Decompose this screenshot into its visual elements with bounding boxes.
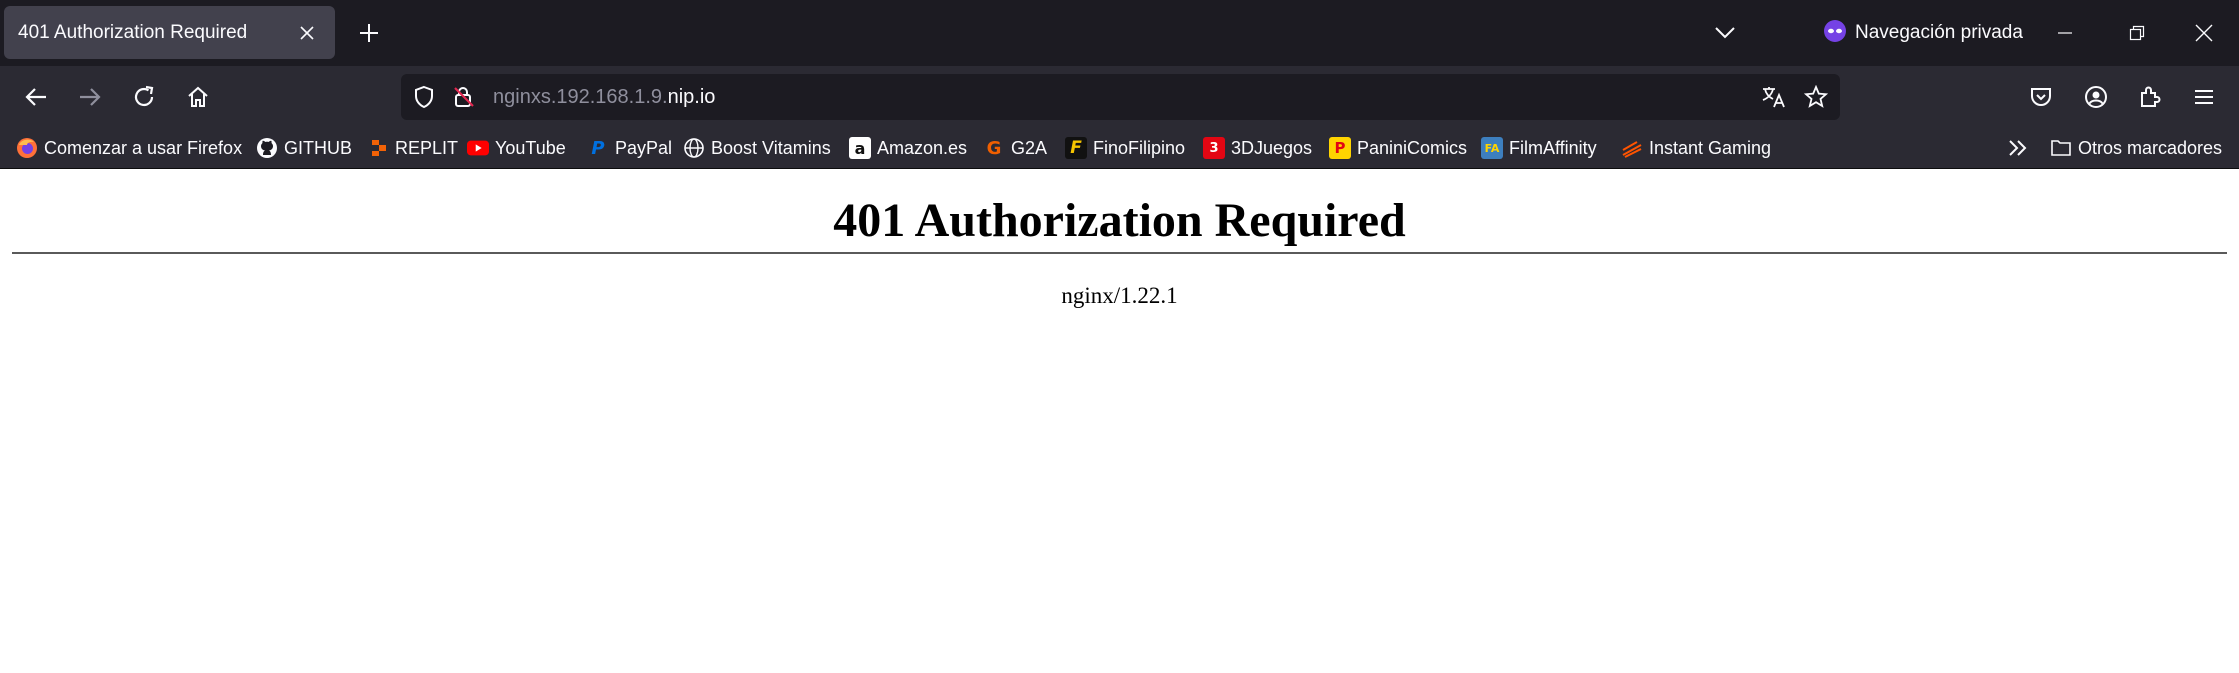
restore-icon — [2129, 25, 2145, 41]
reload-icon — [134, 85, 154, 107]
bookmark-label: PayPal — [615, 137, 673, 158]
home-button[interactable] — [180, 79, 216, 115]
bookmarks-toolbar: Comenzar a usar Firefox GITHUB REPLIT Yo… — [0, 128, 2239, 169]
private-browsing-indicator: Navegación privada — [1823, 14, 2023, 52]
bookmark-star-icon[interactable] — [1801, 82, 1831, 112]
close-window-button[interactable] — [2169, 0, 2239, 66]
paypal-icon: P — [591, 137, 605, 159]
bookmark-item[interactable]: a Amazon.es — [849, 128, 967, 168]
address-bar[interactable]: nginxs.192.168.1.9.nip.io — [401, 74, 1840, 120]
close-icon — [2195, 24, 2213, 42]
firefox-icon — [16, 137, 38, 159]
instant-gaming-icon — [1621, 137, 1643, 159]
translate-icon[interactable] — [1759, 82, 1789, 112]
g2a-icon: G — [986, 137, 1002, 159]
bookmark-label: Comenzar a usar Firefox — [44, 137, 243, 158]
youtube-icon — [467, 137, 489, 159]
new-tab-button[interactable] — [352, 16, 386, 50]
private-browsing-label: Navegación privada — [1855, 22, 2023, 43]
close-tab-icon[interactable] — [293, 25, 321, 41]
forward-arrow-icon — [80, 88, 101, 106]
bookmark-label: FilmAffinity — [1509, 137, 1597, 158]
private-mask-icon — [1823, 19, 1847, 48]
bookmark-item[interactable]: YouTube — [467, 128, 566, 168]
forward-button[interactable] — [72, 79, 108, 115]
url-host-prefix: nginxs.192.168.1.9. — [493, 86, 668, 108]
bookmark-item[interactable]: P PaniniComics — [1329, 128, 1467, 168]
back-arrow-icon — [25, 88, 46, 106]
bookmark-item[interactable]: Instant Gaming — [1621, 128, 1771, 168]
tab-active[interactable]: 401 Authorization Required — [4, 6, 335, 59]
insecure-lock-icon[interactable] — [449, 82, 479, 112]
bookmark-label: GITHUB — [284, 137, 353, 158]
tab-title: 401 Authorization Required — [18, 21, 248, 43]
bookmark-label: 3DJuegos — [1231, 137, 1313, 158]
bookmark-label: REPLIT — [395, 137, 459, 158]
bookmark-item[interactable]: Boost Vitamins — [683, 128, 831, 168]
server-signature: nginx/1.22.1 — [1061, 283, 1178, 308]
bookmark-label: PaniniComics — [1357, 137, 1468, 158]
github-icon — [256, 137, 278, 159]
list-all-tabs-button[interactable] — [1708, 16, 1742, 50]
page-heading: 401 Authorization Required — [833, 194, 1406, 247]
bookmark-item[interactable]: GITHUB — [256, 128, 352, 168]
bookmark-item[interactable]: FA FilmAffinity — [1481, 128, 1597, 168]
minimize-button[interactable] — [2030, 0, 2100, 66]
bookmark-item[interactable]: Comenzar a usar Firefox — [16, 128, 242, 168]
tracking-protection-shield-icon[interactable] — [409, 82, 439, 112]
bookmark-label: Boost Vitamins — [711, 137, 831, 158]
more-bookmarks-button[interactable] — [2007, 128, 2029, 168]
globe-icon — [683, 137, 705, 159]
bookmark-item[interactable]: REPLIT — [367, 128, 458, 168]
restore-button[interactable] — [2102, 0, 2172, 66]
url-host-domain: nip.io — [667, 86, 716, 108]
bookmark-item[interactable]: G G2A — [983, 128, 1047, 168]
amazon-icon: a — [849, 137, 871, 159]
bookmark-label: YouTube — [495, 137, 566, 158]
bookmark-item[interactable]: F FinoFilipino — [1065, 128, 1185, 168]
extensions-button[interactable] — [2132, 79, 2168, 115]
tab-bar: 401 Authorization Required Navegación pr… — [0, 0, 2239, 66]
page-content: 401 Authorization Required nginx/1.22.1 — [0, 169, 2239, 673]
reload-button[interactable] — [126, 79, 162, 115]
bookmark-label: Instant Gaming — [1649, 137, 1772, 158]
navigation-toolbar: nginxs.192.168.1.9.nip.io — [0, 66, 2239, 128]
back-button[interactable] — [18, 79, 54, 115]
bookmark-item[interactable]: P PayPal — [587, 128, 672, 168]
chevron-down-icon — [1715, 27, 1735, 39]
minimize-icon — [2058, 32, 2072, 34]
account-icon — [2085, 86, 2107, 108]
filmaffinity-icon: FA — [1481, 137, 1503, 159]
bookmark-item[interactable]: 3 3DJuegos — [1203, 128, 1312, 168]
chevron-double-right-icon — [2009, 140, 2027, 156]
other-bookmarks-label: Otros marcadores — [2078, 137, 2223, 158]
menu-button[interactable] — [2186, 79, 2222, 115]
other-bookmarks-folder[interactable]: Otros marcadores — [2050, 128, 2222, 168]
bookmark-label: G2A — [1011, 137, 1048, 158]
divider — [12, 252, 2227, 254]
puzzle-icon — [2141, 86, 2161, 107]
pocket-button[interactable] — [2023, 79, 2059, 115]
folder-icon — [2050, 137, 2072, 159]
pocket-icon — [2031, 88, 2051, 106]
account-button[interactable] — [2078, 79, 2114, 115]
finofilipino-icon: F — [1065, 137, 1087, 159]
hamburger-menu-icon — [2195, 90, 2213, 104]
replit-icon — [367, 137, 389, 159]
browser-window: 401 Authorization Required Navegación pr… — [0, 0, 2239, 673]
bookmark-label: Amazon.es — [877, 137, 968, 158]
3djuegos-icon: 3 — [1203, 137, 1225, 159]
home-icon — [188, 86, 208, 107]
bookmark-label: FinoFilipino — [1093, 137, 1186, 158]
url-text[interactable]: nginxs.192.168.1.9.nip.io — [493, 74, 715, 120]
plus-icon — [360, 24, 378, 42]
panini-icon: P — [1329, 137, 1351, 159]
